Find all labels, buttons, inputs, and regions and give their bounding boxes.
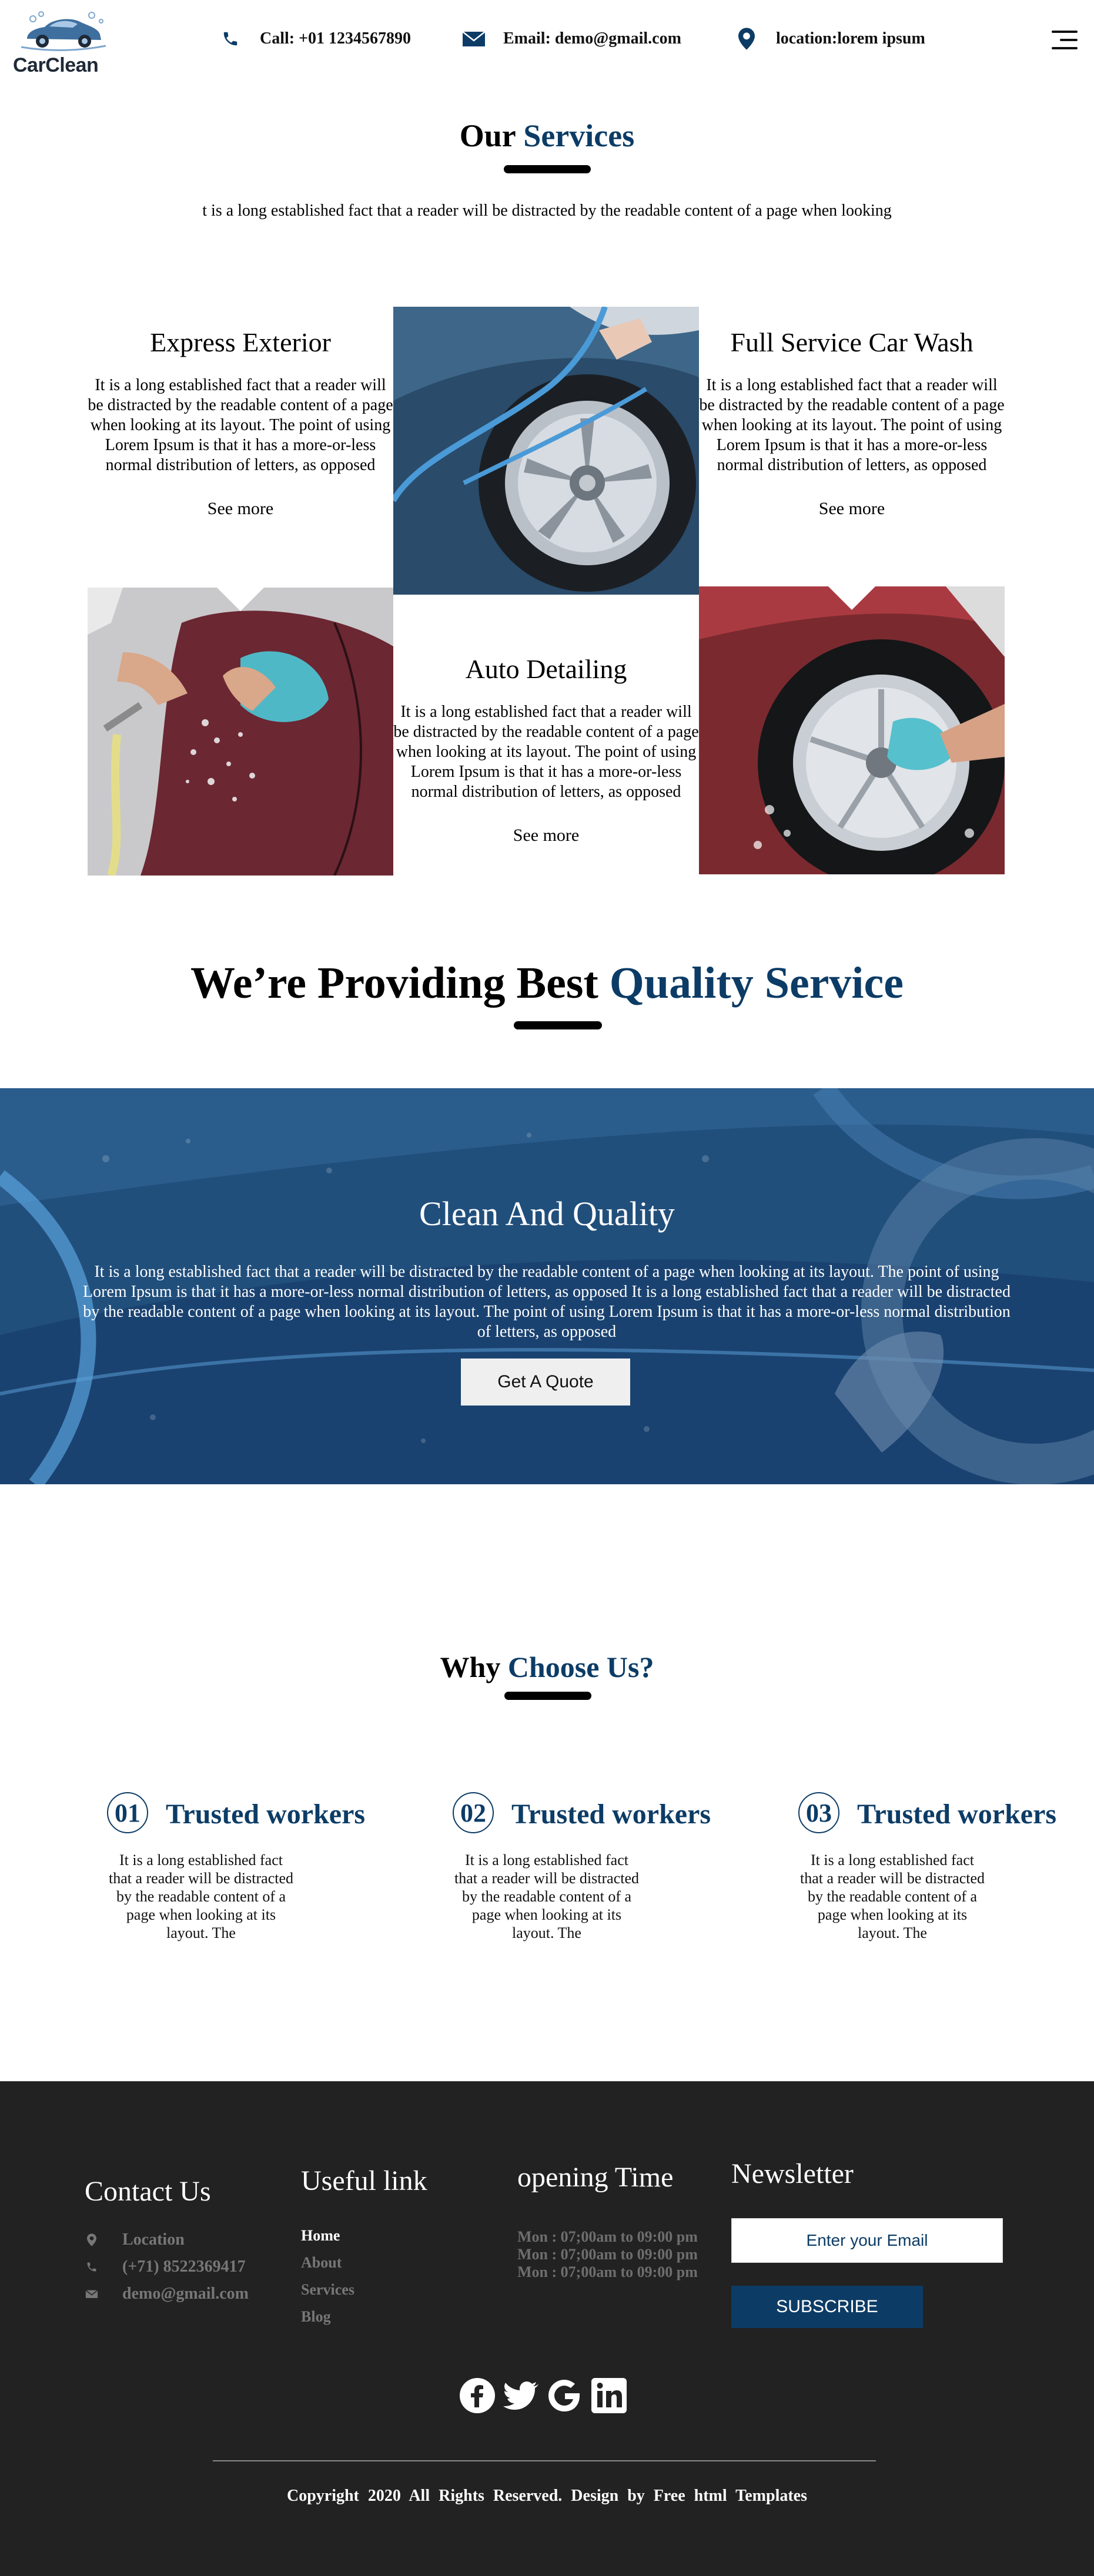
opening-time-row: Mon : 07;00am to 09:00 pm — [517, 2246, 698, 2263]
service-image-wheel-hose — [393, 307, 699, 595]
header-location[interactable]: location:lorem ipsum — [735, 27, 925, 51]
footer-links-heading: Useful link — [301, 2165, 427, 2196]
services-title: Our Services — [459, 118, 635, 153]
mail-icon — [462, 27, 486, 51]
why-title: Why Choose Us? — [440, 1651, 654, 1683]
feature-title: Trusted workers — [511, 1799, 711, 1830]
service-card-auto-detailing: Auto Detailing It is a long established … — [393, 653, 699, 846]
why-title-underline — [504, 1692, 591, 1700]
footer-link-about[interactable]: About — [301, 2254, 342, 2272]
feature-title: Trusted workers — [166, 1799, 366, 1830]
header-call[interactable]: Call: +01 1234567890 — [219, 27, 411, 51]
google-icon[interactable] — [546, 2377, 583, 2414]
feature-text: It is a long established fact that a rea… — [108, 1852, 294, 1941]
feature-text: It is a long established fact that a rea… — [799, 1852, 985, 1941]
footer-opening-heading: opening Time — [517, 2162, 674, 2193]
services-intro: t is a long established fact that a read… — [202, 202, 892, 220]
see-more-link[interactable]: See more — [88, 499, 393, 519]
site-footer: Contact Us Location (+71) 8522369417 dem… — [0, 2081, 1094, 2576]
service-image-tire-cleaning — [699, 586, 1005, 874]
clean-quality-banner: Clean And Quality It is a long establish… — [0, 1088, 1094, 1484]
card-notch — [828, 586, 875, 610]
phone-icon — [85, 2260, 99, 2274]
footer-location[interactable]: Location — [85, 2230, 185, 2249]
footer-email-text: demo@gmail.com — [122, 2285, 249, 2303]
header-email[interactable]: Email: demo@gmail.com — [462, 27, 681, 51]
twitter-icon[interactable] — [502, 2377, 540, 2414]
footer-phone-text: (+71) 8522369417 — [122, 2258, 246, 2276]
car-logo-icon — [21, 11, 106, 52]
service-title: Full Service Car Wash — [730, 327, 973, 357]
service-card-express-exterior: Express Exterior It is a long establishe… — [88, 327, 393, 519]
service-title: Express Exterior — [150, 327, 331, 357]
service-description: It is a long established fact that a rea… — [88, 376, 393, 474]
services-title-underline — [504, 165, 591, 173]
footer-newsletter-heading: Newsletter — [731, 2158, 854, 2189]
see-more-link[interactable]: See more — [699, 499, 1005, 519]
footer-link-services[interactable]: Services — [301, 2281, 354, 2299]
subscribe-button[interactable]: SUBSCRIBE — [731, 2286, 923, 2328]
footer-link-blog[interactable]: Blog — [301, 2308, 331, 2326]
quality-title-underline — [514, 1021, 602, 1029]
feature-title: Trusted workers — [857, 1799, 1057, 1830]
banner-title: Clean And Quality — [419, 1195, 675, 1233]
facebook-icon[interactable] — [459, 2377, 496, 2414]
opening-time-row: Mon : 07;00am to 09:00 pm — [517, 2263, 698, 2280]
hamburger-menu-icon[interactable] — [1052, 31, 1078, 51]
feature-number: 02 — [453, 1792, 494, 1833]
footer-email[interactable]: demo@gmail.com — [85, 2285, 249, 2303]
service-description: It is a long established fact that a rea… — [393, 703, 699, 801]
opening-time-row: Mon : 07;00am to 09:00 pm — [517, 2228, 698, 2245]
get-a-quote-button[interactable]: Get A Quote — [461, 1359, 630, 1406]
logo[interactable]: CarClean — [11, 6, 111, 76]
copyright-text: Copyright 2020 All Rights Reserved. Desi… — [286, 2487, 808, 2505]
header-call-text: Call: +01 1234567890 — [260, 29, 411, 48]
banner-text: It is a long established fact that a rea… — [83, 1263, 1011, 1341]
feature-number: 01 — [107, 1792, 148, 1833]
map-pin-icon — [85, 2233, 99, 2247]
map-pin-icon — [735, 27, 758, 51]
service-card-full-service-car-wash: Full Service Car Wash It is a long estab… — [699, 327, 1005, 519]
footer-location-text: Location — [122, 2230, 185, 2249]
linkedin-icon[interactable] — [590, 2377, 628, 2414]
site-header: CarClean Call: +01 1234567890 Email: dem… — [0, 0, 1094, 82]
footer-link-home[interactable]: Home — [301, 2227, 340, 2245]
footer-phone[interactable]: (+71) 8522369417 — [85, 2258, 246, 2276]
logo-text: CarClean — [13, 54, 99, 76]
see-more-link[interactable]: See more — [393, 826, 699, 846]
phone-icon — [219, 27, 242, 51]
service-title: Auto Detailing — [465, 654, 627, 684]
footer-contact-heading: Contact Us — [85, 2176, 211, 2207]
feature-number: 03 — [798, 1792, 839, 1833]
header-email-text: Email: demo@gmail.com — [503, 29, 681, 48]
service-description: It is a long established fact that a rea… — [699, 376, 1005, 474]
card-notch — [217, 588, 264, 611]
quality-title: We’re Providing Best Quality Service — [190, 958, 904, 1008]
newsletter-email-input[interactable] — [731, 2218, 1003, 2263]
feature-text: It is a long established fact that a rea… — [454, 1852, 640, 1941]
service-image-sponge-spray — [88, 588, 393, 876]
header-location-text: location:lorem ipsum — [776, 29, 925, 48]
mail-icon — [85, 2287, 99, 2301]
footer-divider — [213, 2460, 876, 2461]
